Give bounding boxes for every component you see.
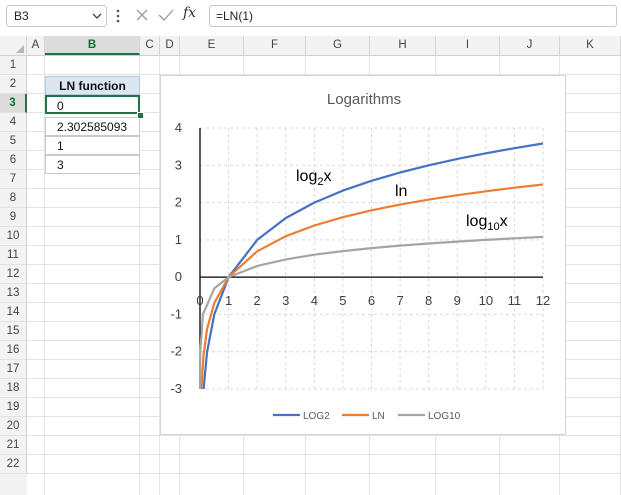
column-header: ABCDEFGHIJK — [0, 36, 621, 56]
column-header-j[interactable]: J — [500, 36, 560, 55]
annotation-log10x: log10x — [466, 213, 508, 233]
row-header-21[interactable]: 21 — [0, 436, 27, 455]
row-header-6[interactable]: 6 — [0, 151, 27, 170]
x-tick-label: 12 — [536, 293, 550, 308]
column-header-d[interactable]: D — [160, 36, 180, 55]
table-header-cell[interactable]: LN function — [45, 76, 140, 95]
y-tick-label: 1 — [175, 232, 182, 247]
table-cell[interactable]: 2.302585093 — [45, 117, 140, 136]
y-tick-label: 0 — [175, 269, 182, 284]
y-tick-label: 4 — [175, 120, 182, 135]
x-tick-label: 5 — [339, 293, 346, 308]
x-tick-label: 10 — [479, 293, 493, 308]
series-line-ln — [200, 183, 544, 389]
x-tick-label: 4 — [311, 293, 318, 308]
legend-label-log2: LOG2 — [303, 411, 330, 422]
y-tick-label: -1 — [170, 306, 182, 321]
row-header-19[interactable]: 19 — [0, 398, 27, 417]
row-header-4[interactable]: 4 — [0, 113, 27, 132]
column-header-f[interactable]: F — [244, 36, 306, 55]
y-tick-label: -3 — [170, 381, 182, 396]
series-line-log10 — [198, 235, 544, 390]
grid-row-line — [27, 454, 621, 455]
column-header-e[interactable]: E — [180, 36, 244, 55]
column-header-i[interactable]: I — [436, 36, 500, 55]
column-header-b[interactable]: B — [45, 36, 140, 55]
row-header-2[interactable]: 2 — [0, 75, 27, 94]
table-cell-active[interactable]: 0 — [45, 95, 140, 114]
row-header-3[interactable]: 3 — [0, 94, 27, 113]
row-header-11[interactable]: 11 — [0, 246, 27, 265]
formula-bar: B3 fx =LN(1) — [0, 0, 621, 34]
row-header-16[interactable]: 16 — [0, 341, 27, 360]
row-header-9[interactable]: 9 — [0, 208, 27, 227]
row-header-17[interactable]: 17 — [0, 360, 27, 379]
grid-row-line — [27, 473, 621, 474]
chevron-down-icon[interactable] — [92, 11, 102, 21]
formula-input[interactable]: =LN(1) — [209, 5, 617, 27]
more-options-icon[interactable] — [115, 8, 121, 24]
y-tick-label: -2 — [170, 344, 182, 359]
x-tick-label: 2 — [254, 293, 261, 308]
column-header-h[interactable]: H — [370, 36, 436, 55]
x-tick-label: 9 — [454, 293, 461, 308]
row-header-5[interactable]: 5 — [0, 132, 27, 151]
row-header-13[interactable]: 13 — [0, 284, 27, 303]
row-header-8[interactable]: 8 — [0, 189, 27, 208]
row-header-20[interactable]: 20 — [0, 417, 27, 436]
y-tick-label: 2 — [175, 195, 182, 210]
x-tick-label: 3 — [282, 293, 289, 308]
insert-function-button[interactable]: fx — [183, 5, 196, 21]
enter-check-icon[interactable] — [158, 8, 174, 22]
column-header-g[interactable]: G — [306, 36, 370, 55]
formula-text: =LN(1) — [216, 9, 254, 23]
annotation-log2x: log2x — [296, 168, 331, 188]
y-tick-label: 3 — [175, 157, 182, 172]
column-header-c[interactable]: C — [140, 36, 160, 55]
x-tick-label: 8 — [425, 293, 432, 308]
cancel-icon[interactable] — [135, 8, 149, 22]
row-header-7[interactable]: 7 — [0, 170, 27, 189]
chart-svg: Logarithms-3-2-1012340 1 2 3 4 5 6 7 8 9 10 11 12log… — [170, 91, 550, 422]
column-header-k[interactable]: K — [560, 36, 621, 55]
x-tick-label: 0 — [196, 293, 203, 308]
select-all-corner[interactable] — [0, 36, 27, 55]
row-header: 1 2 3 4 5 6 7 8 9 10 11 12 13 14 15 16 17 18 19 20 21 22 — [0, 56, 27, 495]
table-cell[interactable]: 3 — [45, 155, 140, 174]
name-box[interactable]: B3 — [6, 5, 107, 27]
table-cell[interactable]: 1 — [45, 136, 140, 155]
annotation-ln: ln — [395, 183, 407, 200]
x-tick-label: 11 — [508, 293, 521, 308]
row-header-1[interactable]: 1 — [0, 56, 27, 75]
column-header-a[interactable]: A — [27, 36, 45, 55]
row-header-10[interactable]: 10 — [0, 227, 27, 246]
chart[interactable]: Logarithms -3 -2 -1 0 1 2 3 4 0 1 2 3 4 5 6 7 8 9 10 11 12 log… — [160, 75, 566, 435]
name-box-value: B3 — [14, 9, 29, 23]
x-tick-label: 1 — [225, 293, 232, 308]
x-tick-label: 6 — [368, 293, 375, 308]
row-header-12[interactable]: 12 — [0, 265, 27, 284]
x-tick-label: 7 — [396, 293, 403, 308]
row-header-15[interactable]: 15 — [0, 322, 27, 341]
fill-handle[interactable] — [137, 112, 144, 119]
row-header-18[interactable]: 18 — [0, 379, 27, 398]
legend-label-ln: LN — [372, 411, 385, 422]
legend-label-log10: LOG10 — [428, 411, 461, 422]
row-header-22[interactable]: 22 — [0, 455, 27, 474]
row-header-14[interactable]: 14 — [0, 303, 27, 322]
chart-title: Logarithms — [327, 91, 401, 108]
